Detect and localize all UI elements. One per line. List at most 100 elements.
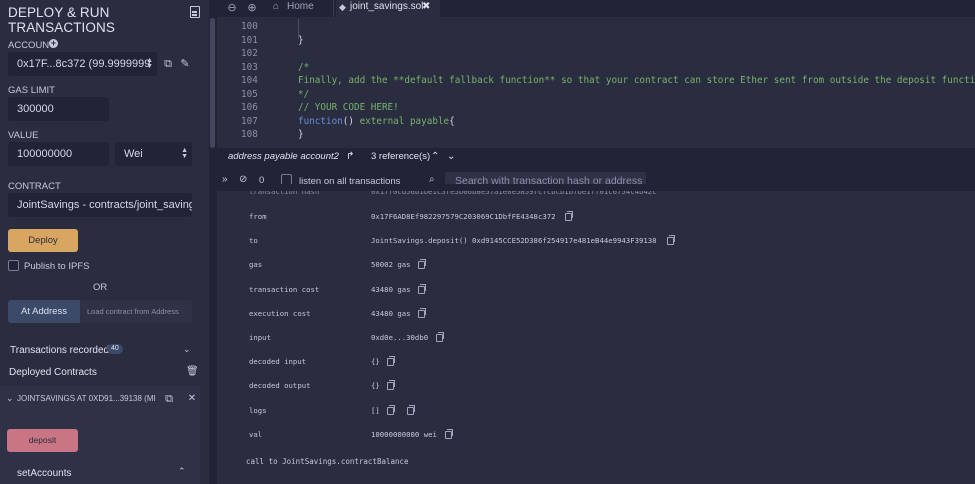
- goto-definition-icon[interactable]: ↱: [346, 151, 354, 162]
- contract-select[interactable]: JointSavings - contracts/joint_savings: [8, 193, 192, 217]
- terminal-output: [217, 191, 975, 484]
- copy-icon[interactable]: [418, 283, 427, 294]
- value-unit: Wei: [124, 148, 143, 160]
- terminal-clip: [217, 184, 975, 191]
- tab-home-label: Home: [287, 1, 314, 12]
- publish-ipfs-checkbox[interactable]: [8, 260, 19, 271]
- tx-value: {}: [371, 381, 380, 391]
- tx-key: execution cost: [249, 308, 311, 318]
- code-line: /*: [298, 61, 310, 73]
- tx-value: 43480 gas: [371, 284, 411, 294]
- gas-limit-input[interactable]: 300000: [8, 97, 109, 121]
- deploy-button[interactable]: Deploy: [8, 229, 78, 252]
- tx-value: 0xd0e...30db0: [371, 333, 429, 342]
- line-number: 101: [241, 34, 258, 46]
- transactions-count-badge: 40: [107, 344, 123, 354]
- account-select[interactable]: 0x17F...8c372 (99.9999999 ▲ ▼: [8, 52, 157, 76]
- code-line: }: [298, 34, 304, 46]
- copy-icon[interactable]: [564, 211, 573, 221]
- select-arrows-icon: ▲ ▼: [146, 57, 153, 70]
- value-label: VALUE: [8, 130, 39, 141]
- code-modifiers: external payable: [359, 115, 450, 127]
- reference-signature: address payable account2: [228, 151, 339, 162]
- tab-home[interactable]: ⌂ Home: [269, 0, 334, 17]
- at-address-button[interactable]: At Address: [8, 300, 80, 323]
- edit-icon[interactable]: ✎: [180, 59, 190, 70]
- left-scrollbar[interactable]: [209, 0, 217, 484]
- copy-icon[interactable]: [406, 404, 415, 415]
- call-line: call to JointSavings.contractBalance: [246, 457, 409, 466]
- tx-key: gas: [249, 260, 263, 270]
- reference-count[interactable]: 3 reference(s): [371, 151, 430, 162]
- tx-key: transaction cost: [249, 284, 320, 294]
- docs-icon[interactable]: [190, 6, 200, 18]
- account-label: ACCOUNT: [8, 40, 55, 51]
- tx-value: 50002 gas: [371, 260, 411, 270]
- line-number: 103: [241, 61, 258, 73]
- copy-icon[interactable]: [444, 428, 453, 439]
- line-number: 102: [241, 48, 258, 59]
- tx-value: 10000000000 wei: [371, 429, 437, 439]
- transactions-recorded-label[interactable]: Transactions recorded: [10, 345, 109, 356]
- publish-ipfs-label: Publish to IPFS: [24, 261, 90, 272]
- tx-value: 0x17F6AD8Ef982297579C203069C1DbfFE4348c3…: [371, 212, 556, 221]
- tx-key: decoded output: [249, 381, 311, 391]
- copy-icon[interactable]: ⧉: [163, 59, 173, 70]
- copy-icon[interactable]: [418, 259, 427, 270]
- tx-value: JointSavings.deposit() 0xd9145CCE52D386f…: [371, 236, 657, 246]
- set-accounts-label: setAccounts: [17, 468, 72, 479]
- code-line: function() external payable{: [298, 116, 455, 127]
- code-token: {: [449, 115, 455, 127]
- copy-icon[interactable]: [386, 356, 395, 367]
- at-address-input[interactable]: Load contract from Address: [80, 300, 192, 323]
- tx-key: input: [249, 333, 271, 342]
- zoom-out-icon[interactable]: ⊖: [225, 0, 239, 17]
- value-input[interactable]: 100000000: [8, 142, 109, 166]
- tx-value: []: [371, 405, 380, 415]
- line-number: 104: [241, 75, 258, 86]
- code-keyword: function: [298, 115, 343, 127]
- tx-value: {}: [371, 357, 380, 367]
- chevron-up-icon[interactable]: ⌃: [178, 466, 186, 477]
- panel-title: DEPLOY & RUN TRANSACTIONS: [8, 5, 115, 35]
- tx-key: val: [249, 429, 263, 439]
- file-icon: ◆: [339, 2, 346, 12]
- tx-key: decoded input: [249, 357, 307, 367]
- line-number: 100: [241, 21, 258, 32]
- code-line: }: [298, 129, 304, 140]
- zoom-in-icon[interactable]: ⊕: [245, 0, 259, 17]
- chevron-down-icon[interactable]: ⌄: [6, 393, 14, 404]
- copy-icon[interactable]: [418, 307, 427, 318]
- contract-value: JointSavings - contracts/joint_savings: [17, 199, 192, 211]
- tab-active-label: joint_savings.sol: [350, 1, 424, 12]
- tab-joint-savings[interactable]: ◆ joint_savings.sol ✖: [336, 0, 440, 17]
- copy-icon[interactable]: [667, 235, 676, 246]
- copy-icon[interactable]: [386, 380, 395, 391]
- close-icon[interactable]: ✕: [187, 394, 197, 404]
- tx-key: from: [249, 212, 267, 221]
- close-tab-icon[interactable]: ✖: [422, 0, 430, 14]
- trash-icon[interactable]: 🗑: [186, 366, 199, 377]
- code-token: (): [342, 115, 360, 127]
- value-unit-select[interactable]: Wei ▲ ▼: [115, 142, 192, 166]
- tx-key: logs: [249, 405, 267, 415]
- tx-value: 43480 gas: [371, 308, 411, 318]
- copy-icon[interactable]: [386, 404, 395, 415]
- contract-label: CONTRACT: [8, 181, 61, 192]
- line-number: 107: [241, 115, 258, 127]
- copy-icon[interactable]: ⧉: [164, 394, 174, 405]
- add-account-icon[interactable]: +: [49, 39, 58, 48]
- select-arrows-icon: ▲ ▼: [181, 147, 188, 160]
- chevron-down-icon[interactable]: ⌄: [447, 151, 455, 162]
- copy-icon[interactable]: [435, 332, 444, 342]
- deployed-contracts-label: Deployed Contracts: [9, 367, 97, 378]
- line-number: 108: [241, 129, 258, 140]
- home-icon: ⌂: [273, 1, 280, 12]
- chevron-down-icon[interactable]: ⌄: [183, 344, 191, 355]
- or-divider: OR: [93, 282, 108, 293]
- deposit-button[interactable]: deposit: [7, 429, 78, 452]
- gas-limit-label: GAS LIMIT: [8, 85, 55, 96]
- deploy-panel: DEPLOY & RUN TRANSACTIONS ACCOUNT + 0x17…: [0, 0, 210, 484]
- chevron-up-icon[interactable]: ⌃: [431, 151, 439, 162]
- code-line: // YOUR CODE HERE!: [298, 102, 399, 113]
